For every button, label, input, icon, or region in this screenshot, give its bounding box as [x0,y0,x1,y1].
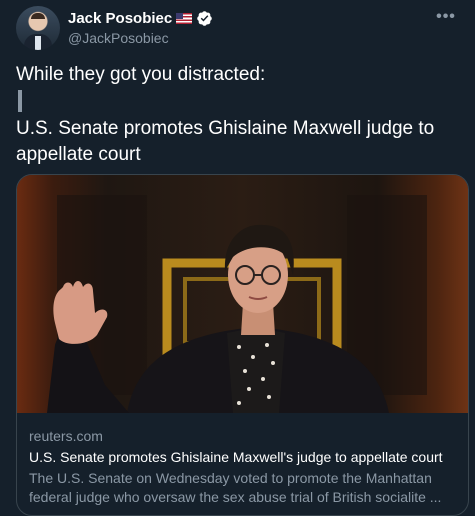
card-domain: reuters.com [29,428,103,444]
card-meta[interactable]: reuters.com U.S. Senate promotes Ghislai… [29,427,456,507]
link-preview-card[interactable]: reuters.com U.S. Senate promotes Ghislai… [16,174,469,516]
author-row[interactable]: Jack Posobiec [68,10,213,27]
card-title: U.S. Senate promotes Ghislaine Maxwell's… [29,449,443,465]
tweet-line-2: U.S. Senate promotes Ghislaine Maxwell j… [16,118,435,165]
author-name[interactable]: Jack Posobiec [68,10,172,27]
avatar[interactable] [16,6,60,50]
tweet-text: While they got you distracted: U.S. Sena… [16,62,462,168]
tweet-line-1: While they got you distracted: [16,64,266,85]
text-cursor-bar [18,90,22,112]
article-image[interactable] [17,175,468,413]
verified-badge-icon [197,11,212,26]
card-description: The U.S. Senate on Wednesday voted to pr… [29,470,442,505]
us-flag-icon [176,13,193,24]
more-options-icon[interactable]: ••• [433,4,459,30]
author-handle[interactable]: @JackPosobiec [68,30,169,46]
